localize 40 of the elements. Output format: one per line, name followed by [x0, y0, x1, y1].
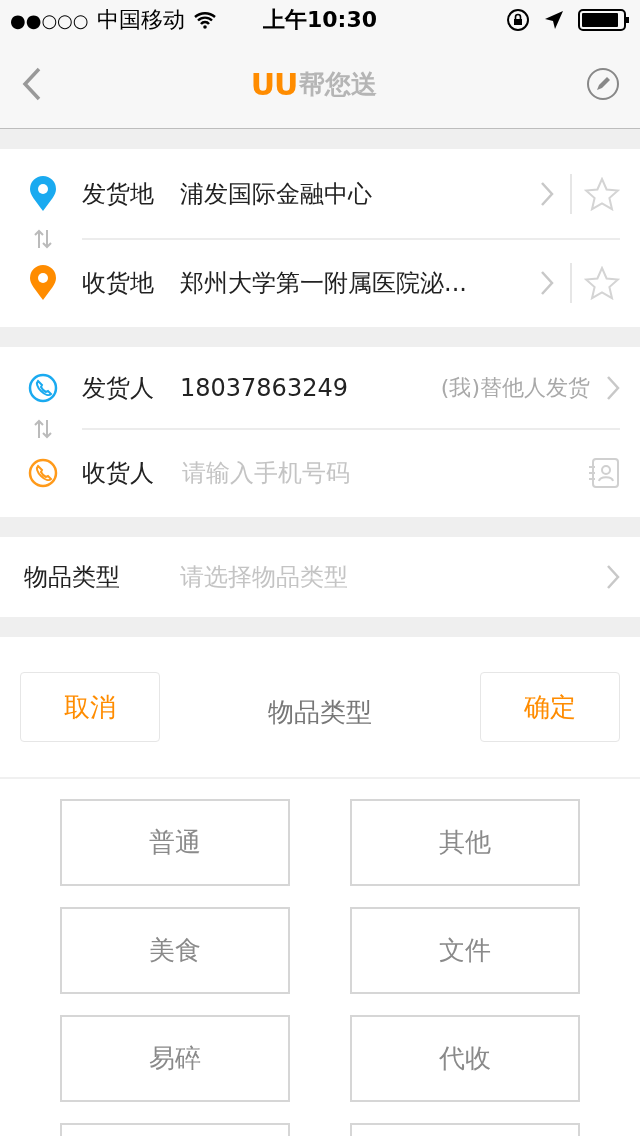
- back-icon[interactable]: [22, 67, 42, 101]
- battery-icon: [578, 9, 630, 31]
- chevron-right-icon: [606, 375, 620, 401]
- app-title: 帮您送: [299, 67, 378, 101]
- cancel-button[interactable]: 取消: [20, 672, 160, 742]
- signal-dots: ●●○○○: [10, 9, 89, 31]
- phone-input-field[interactable]: 请输入手机号码: [180, 458, 588, 488]
- swap-arrows-icon[interactable]: [33, 228, 53, 250]
- contact-label: 发货人: [82, 373, 155, 404]
- item-type-option[interactable]: 普通: [60, 799, 290, 886]
- location-arrow-icon: [544, 10, 564, 30]
- picker-title: 物品类型: [268, 695, 372, 729]
- clock-time: 上午10:30: [263, 6, 377, 34]
- address-label: 发货地: [82, 179, 155, 210]
- carrier-name: 中国移动: [96, 6, 185, 34]
- contact-label: 收货人: [82, 458, 155, 489]
- rotation-lock-icon: [506, 8, 530, 32]
- item-type-option[interactable]: 美食: [60, 907, 290, 994]
- wifi-icon: [192, 11, 217, 29]
- chevron-right-icon: [540, 181, 554, 207]
- chevron-right-icon: [606, 564, 620, 590]
- contact-book-icon[interactable]: [588, 457, 620, 489]
- send-for-others-link[interactable]: (我)替他人发货: [440, 373, 590, 403]
- confirm-button[interactable]: 确定: [480, 672, 620, 742]
- item-type-label: 物品类型: [24, 562, 121, 593]
- phone-number[interactable]: 18037863249: [180, 374, 441, 402]
- item-type-option[interactable]: 代收: [350, 1015, 580, 1102]
- edit-icon[interactable]: [586, 67, 620, 101]
- chevron-right-icon: [540, 270, 554, 296]
- item-type-option[interactable]: 文件: [350, 907, 580, 994]
- address-value[interactable]: 浦发国际金融中心: [180, 178, 540, 210]
- address-value[interactable]: 郑州大学第一附属医院泌...: [180, 267, 540, 299]
- star-icon[interactable]: [584, 266, 620, 300]
- item-type-option[interactable]: 其他: [350, 799, 580, 886]
- item-type-option[interactable]: 易碎: [60, 1015, 290, 1102]
- item-type-placeholder[interactable]: 请选择物品类型: [180, 561, 590, 593]
- star-icon[interactable]: [584, 177, 620, 211]
- swap-arrows-icon[interactable]: [33, 418, 53, 440]
- address-label: 收货地: [82, 268, 155, 299]
- logo-mark: UU: [250, 66, 298, 102]
